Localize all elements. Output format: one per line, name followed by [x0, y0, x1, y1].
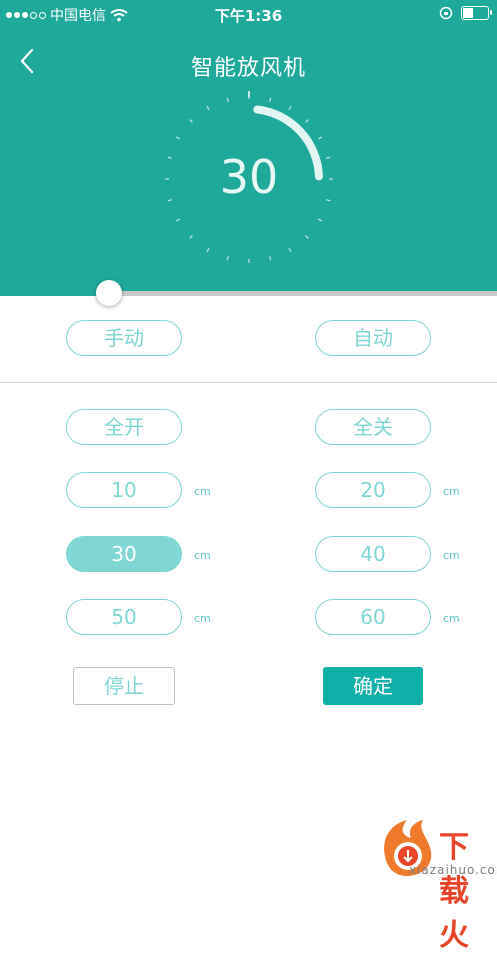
- position-slider[interactable]: [0, 280, 497, 306]
- dial-tick: [206, 105, 210, 111]
- close-all-button[interactable]: 全关: [315, 409, 431, 445]
- dial-tick: [305, 119, 309, 123]
- dial-tick: [269, 256, 272, 261]
- watermark: 下载火 xiazaihuo.com: [291, 816, 497, 953]
- auto-mode-button[interactable]: 自动: [315, 320, 431, 356]
- status-time: 下午1:36: [214, 7, 283, 25]
- dial-value: 30: [219, 150, 279, 204]
- preset-30-button[interactable]: 30: [66, 536, 182, 572]
- confirm-button[interactable]: 确定: [323, 667, 423, 705]
- dial-tick: [226, 97, 229, 102]
- watermark-url: xiazaihuo.com: [409, 863, 497, 877]
- header: 中国电信 下午1:36 智能放风机 30: [0, 0, 497, 292]
- dial-tick: [226, 256, 229, 261]
- preset-40-button[interactable]: 40: [315, 536, 431, 572]
- position-slider-fill: [0, 291, 110, 296]
- dial-tick: [206, 247, 210, 253]
- stop-button[interactable]: 停止: [73, 667, 175, 705]
- dial-tick: [189, 119, 193, 123]
- battery-icon: [461, 6, 492, 20]
- page-title: 智能放风机: [190, 56, 306, 81]
- dial-tick: [175, 136, 181, 140]
- preset-60-button[interactable]: 60: [315, 599, 431, 635]
- dial-tick: [175, 218, 181, 222]
- position-slider-thumb[interactable]: [96, 280, 123, 306]
- dial-tick: [317, 218, 323, 222]
- dial-tick: [317, 136, 323, 140]
- unit-label: cm: [194, 549, 211, 562]
- unit-label: cm: [443, 612, 460, 625]
- divider: [0, 382, 497, 383]
- dial-tick: [288, 105, 292, 111]
- preset-50-button[interactable]: 50: [66, 599, 182, 635]
- unit-label: cm: [443, 485, 460, 498]
- dial-tick: [269, 97, 272, 102]
- preset-10-button[interactable]: 10: [66, 472, 182, 508]
- watermark-brand: 下载火: [439, 830, 470, 953]
- manual-mode-button[interactable]: 手动: [66, 320, 182, 356]
- rotation-lock-icon: [439, 6, 453, 20]
- unit-label: cm: [194, 612, 211, 625]
- status-right: [439, 6, 492, 20]
- dial-tick: [288, 247, 292, 253]
- unit-label: cm: [194, 485, 211, 498]
- open-all-button[interactable]: 全开: [66, 409, 182, 445]
- dial-tick: [305, 235, 309, 239]
- status-bar: 中国电信 下午1:36: [0, 0, 497, 28]
- dial-tick: [189, 235, 193, 239]
- unit-label: cm: [443, 549, 460, 562]
- preset-20-button[interactable]: 20: [315, 472, 431, 508]
